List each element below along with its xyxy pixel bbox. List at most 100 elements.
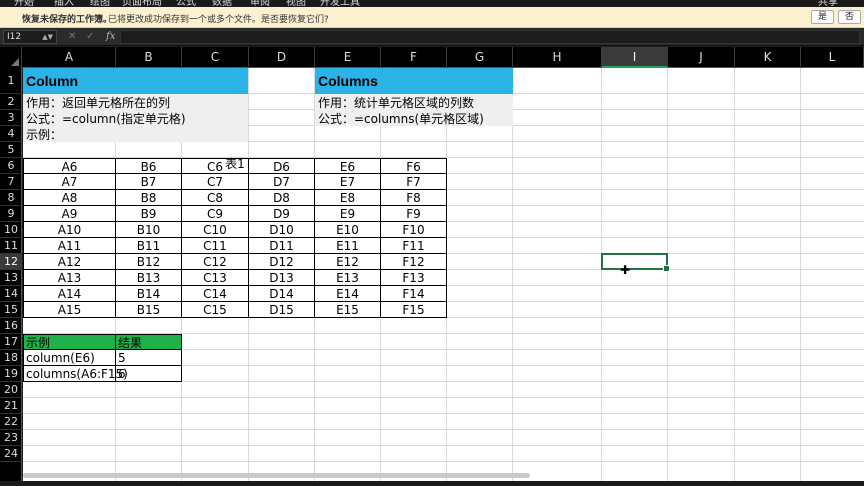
table-cell[interactable]: E12 <box>315 254 381 270</box>
table-cell[interactable]: B6 <box>116 158 182 174</box>
table-cell[interactable]: A15 <box>23 302 116 318</box>
table-cell[interactable]: D14 <box>249 286 315 302</box>
row-header-3[interactable]: 3 <box>0 110 22 126</box>
table-cell[interactable]: D13 <box>249 270 315 286</box>
table-cell[interactable]: B14 <box>116 286 182 302</box>
row-header-16[interactable]: 16 <box>0 318 22 334</box>
table-cell[interactable]: D15 <box>249 302 315 318</box>
columns-formula-cell[interactable]: 公式：=columns(单元格区域) <box>318 111 484 127</box>
table-cell[interactable]: C14 <box>182 286 249 302</box>
table-cell[interactable]: C6 <box>182 158 249 174</box>
column-header-f[interactable]: F <box>381 47 447 68</box>
column-header-e[interactable]: E <box>315 47 381 68</box>
table-cell[interactable]: F7 <box>381 174 447 190</box>
table-cell[interactable]: A14 <box>23 286 116 302</box>
table-cell[interactable]: B15 <box>116 302 182 318</box>
table-cell[interactable]: D8 <box>249 190 315 206</box>
table-cell[interactable]: A8 <box>23 190 116 206</box>
table-cell[interactable]: C15 <box>182 302 249 318</box>
table-cell[interactable]: B9 <box>116 206 182 222</box>
ribbon-tab[interactable]: 绘图 <box>90 0 110 7</box>
table-cell[interactable]: E13 <box>315 270 381 286</box>
table-cell[interactable]: A6 <box>23 158 116 174</box>
table-cell[interactable]: D9 <box>249 206 315 222</box>
recover-yes-button[interactable]: 是 <box>811 10 835 24</box>
ribbon-tab[interactable]: 视图 <box>286 0 306 7</box>
table-cell[interactable]: A13 <box>23 270 116 286</box>
row-header-24[interactable]: 24 <box>0 446 22 462</box>
ribbon-tab[interactable]: 开始 <box>14 0 34 7</box>
row-header-11[interactable]: 11 <box>0 238 22 254</box>
share-button[interactable]: 共享 <box>818 0 838 7</box>
table-cell[interactable]: D12 <box>249 254 315 270</box>
row-header-9[interactable]: 9 <box>0 206 22 222</box>
table-cell[interactable]: E14 <box>315 286 381 302</box>
table-cell[interactable]: F13 <box>381 270 447 286</box>
row-header-6[interactable]: 6 <box>0 158 22 174</box>
column-header-k[interactable]: K <box>735 47 801 68</box>
row-header-23[interactable]: 23 <box>0 430 22 446</box>
table-cell[interactable]: C13 <box>182 270 249 286</box>
row-header-18[interactable]: 18 <box>0 350 22 366</box>
table-cell[interactable]: E6 <box>315 158 381 174</box>
results-cell[interactable]: 6 <box>116 366 182 382</box>
columns-usage-cell[interactable]: 作用：统计单元格区域的列数 <box>318 95 474 111</box>
insert-function-icon[interactable]: fx <box>106 30 115 44</box>
row-header-10[interactable]: 10 <box>0 222 22 238</box>
table-cell[interactable]: D10 <box>249 222 315 238</box>
table-cell[interactable]: B12 <box>116 254 182 270</box>
table-cell[interactable]: E15 <box>315 302 381 318</box>
column-header-i[interactable]: I <box>602 47 668 68</box>
column-header-h[interactable]: H <box>513 47 602 68</box>
name-box[interactable]: I12 ▲▼ <box>3 30 57 44</box>
table-cell[interactable]: C10 <box>182 222 249 238</box>
results-cell[interactable]: 5 <box>116 350 182 366</box>
example-label-cell[interactable]: 示例： <box>26 127 62 143</box>
column-header-a[interactable]: A <box>23 47 116 68</box>
ribbon-tab[interactable]: 开发工具 <box>320 0 360 7</box>
table-cell[interactable]: D7 <box>249 174 315 190</box>
table-cell[interactable]: A7 <box>23 174 116 190</box>
table-cell[interactable]: A11 <box>23 238 116 254</box>
row-header-15[interactable]: 15 <box>0 302 22 318</box>
table-cell[interactable]: E11 <box>315 238 381 254</box>
column-title-cell[interactable]: Column <box>23 68 248 94</box>
results-cell[interactable]: column(E6) <box>23 350 116 366</box>
table-cell[interactable]: F8 <box>381 190 447 206</box>
columns-title-cell[interactable]: Columns <box>315 68 513 94</box>
table-cell[interactable]: E8 <box>315 190 381 206</box>
row-header-12[interactable]: 12 <box>0 254 22 270</box>
column-header-d[interactable]: D <box>249 47 315 68</box>
row-header-22[interactable]: 22 <box>0 414 22 430</box>
row-header-5[interactable]: 5 <box>0 142 22 158</box>
table-cell[interactable]: A10 <box>23 222 116 238</box>
table-cell[interactable]: D6 <box>249 158 315 174</box>
table-cell[interactable]: B13 <box>116 270 182 286</box>
table-cell[interactable]: E9 <box>315 206 381 222</box>
results-cell[interactable]: columns(A6:F15) <box>23 366 128 382</box>
row-header-19[interactable]: 19 <box>0 366 22 382</box>
table-cell[interactable]: B10 <box>116 222 182 238</box>
table-cell[interactable]: B11 <box>116 238 182 254</box>
table-cell[interactable]: F12 <box>381 254 447 270</box>
recover-no-button[interactable]: 否 <box>838 10 862 24</box>
table-cell[interactable]: F6 <box>381 158 447 174</box>
ribbon-tab[interactable]: 插入 <box>54 0 74 7</box>
table-cell[interactable]: E10 <box>315 222 381 238</box>
row-header-1[interactable]: 1 <box>0 68 22 94</box>
results-header-cell[interactable]: 结果 <box>116 334 182 350</box>
table-cell[interactable]: C7 <box>182 174 249 190</box>
column-header-l[interactable]: L <box>801 47 864 68</box>
table-cell[interactable]: F11 <box>381 238 447 254</box>
table-cell[interactable]: B7 <box>116 174 182 190</box>
row-header-21[interactable]: 21 <box>0 398 22 414</box>
ribbon-tab[interactable]: 数据 <box>212 0 232 7</box>
table-cell[interactable]: B8 <box>116 190 182 206</box>
row-header-8[interactable]: 8 <box>0 190 22 206</box>
column-header-c[interactable]: C <box>182 47 249 68</box>
table-cell[interactable]: C9 <box>182 206 249 222</box>
table-cell[interactable]: F14 <box>381 286 447 302</box>
table-cell[interactable]: C11 <box>182 238 249 254</box>
row-header-17[interactable]: 17 <box>0 334 22 350</box>
table-cell[interactable]: F9 <box>381 206 447 222</box>
